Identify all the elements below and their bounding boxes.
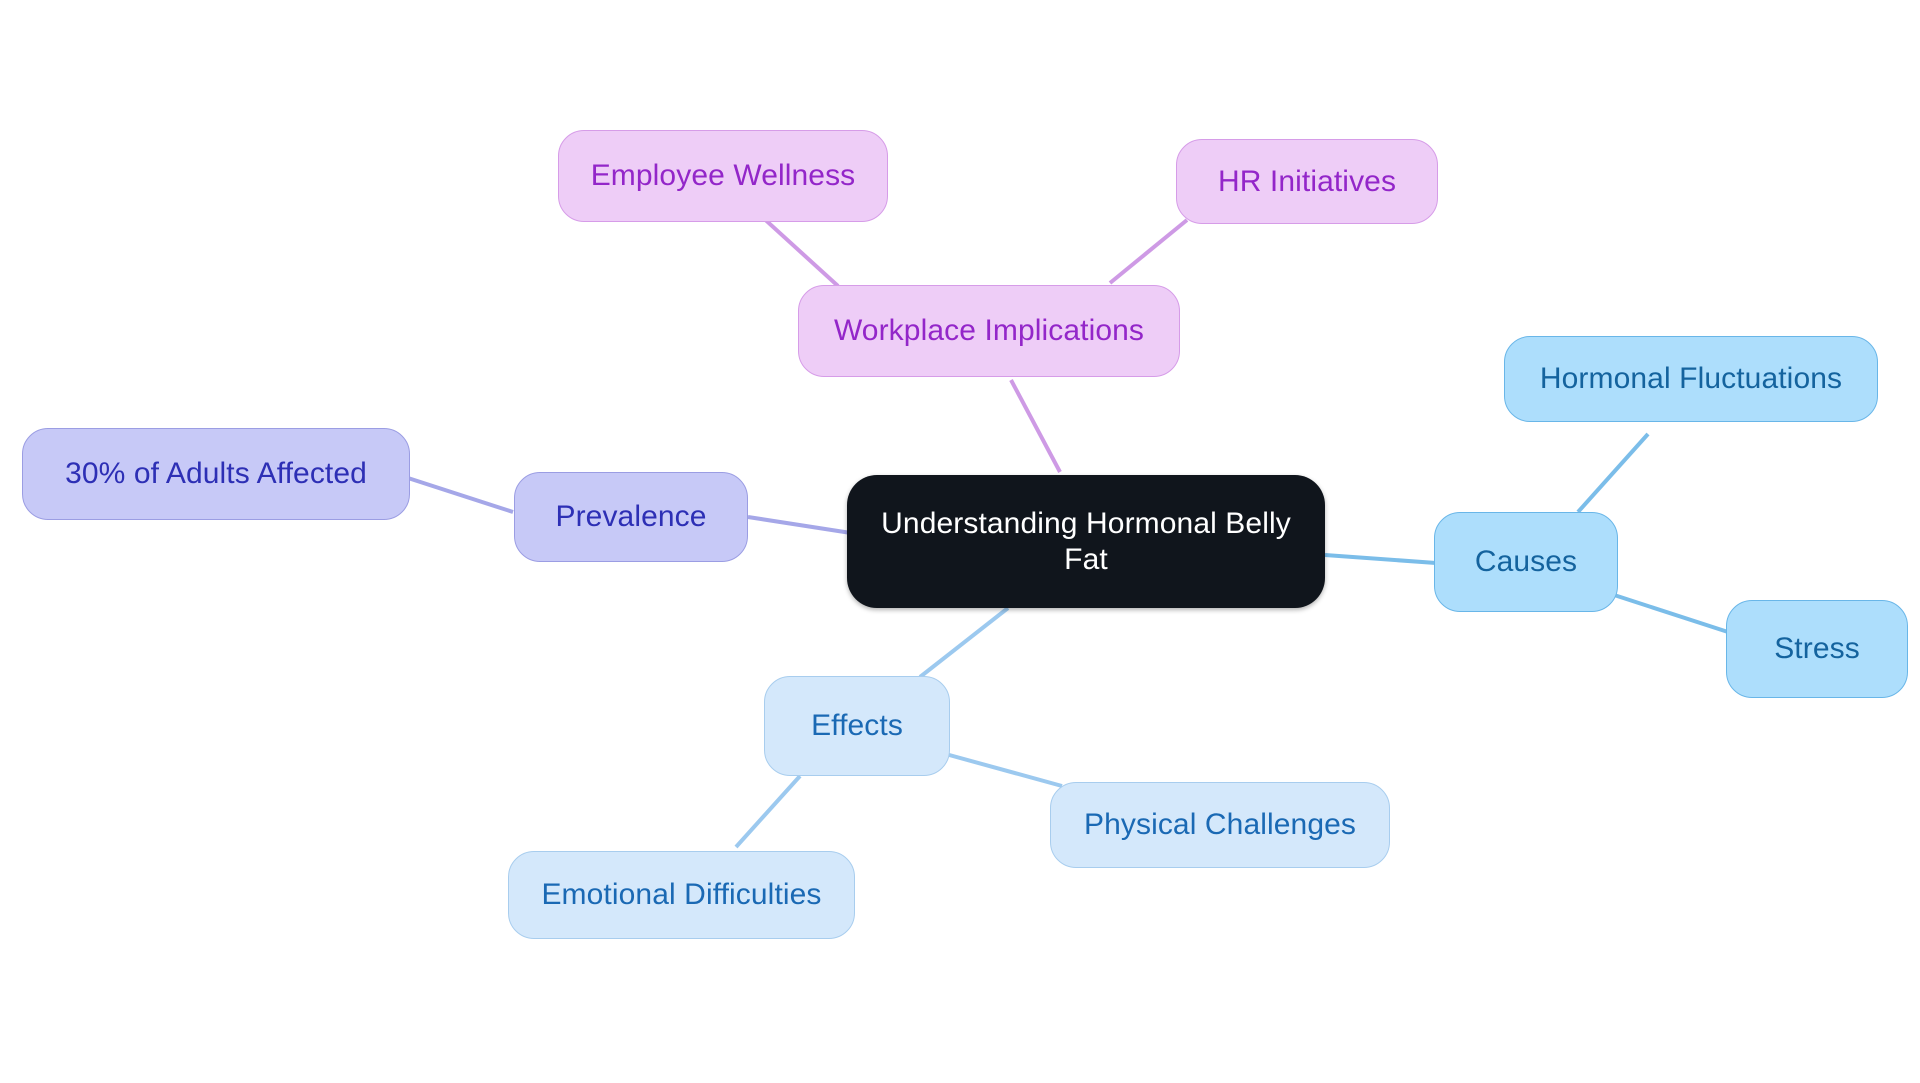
node-stress[interactable]: Stress: [1726, 600, 1908, 698]
edge-root-causes: [1324, 553, 1437, 565]
node-hr-initiatives-label: HR Initiatives: [1217, 164, 1397, 198]
node-stress-label: Stress: [1774, 632, 1860, 666]
edge-root-workplace: [1009, 379, 1062, 473]
node-causes-label: Causes: [1474, 545, 1578, 579]
node-causes[interactable]: Causes: [1434, 512, 1618, 612]
node-adults-affected-label: 30% of Adults Affected: [65, 457, 367, 491]
edge-workplace-employee-wellness: [758, 213, 840, 288]
node-hormonal-fluctuations[interactable]: Hormonal Fluctuations: [1504, 336, 1878, 422]
node-prevalence-label: Prevalence: [555, 500, 707, 534]
edge-prevalence-adults-affected: [407, 476, 514, 514]
node-employee-wellness-label: Employee Wellness: [590, 159, 856, 193]
node-physical-challenges[interactable]: Physical Challenges: [1050, 782, 1390, 868]
edge-root-effects: [918, 606, 1010, 679]
edge-causes-stress: [1607, 591, 1729, 634]
node-employee-wellness[interactable]: Employee Wellness: [558, 130, 888, 222]
node-workplace-implications-label: Workplace Implications: [833, 314, 1145, 348]
node-adults-affected[interactable]: 30% of Adults Affected: [22, 428, 410, 520]
node-hormonal-fluctuations-label: Hormonal Fluctuations: [1539, 362, 1843, 396]
edge-workplace-hr-initiatives: [1108, 218, 1189, 285]
edge-effects-emotional-difficulties: [734, 774, 802, 849]
node-hr-initiatives[interactable]: HR Initiatives: [1176, 139, 1438, 224]
edge-root-prevalence: [747, 515, 852, 535]
node-emotional-difficulties[interactable]: Emotional Difficulties: [508, 851, 855, 939]
node-emotional-difficulties-label: Emotional Difficulties: [541, 878, 822, 912]
edge-causes-hormonal-fluctuations: [1576, 432, 1650, 514]
root-node[interactable]: Understanding Hormonal Belly Fat: [847, 475, 1325, 608]
node-physical-challenges-label: Physical Challenges: [1083, 808, 1357, 842]
root-node-label: Understanding Hormonal Belly Fat: [881, 507, 1291, 576]
node-effects-label: Effects: [811, 709, 903, 743]
node-workplace-implications[interactable]: Workplace Implications: [798, 285, 1180, 377]
node-effects[interactable]: Effects: [764, 676, 950, 776]
node-prevalence[interactable]: Prevalence: [514, 472, 748, 562]
mindmap-canvas: Understanding Hormonal Belly Fat Causes …: [0, 0, 1920, 1083]
edge-effects-physical-challenges: [941, 751, 1063, 788]
